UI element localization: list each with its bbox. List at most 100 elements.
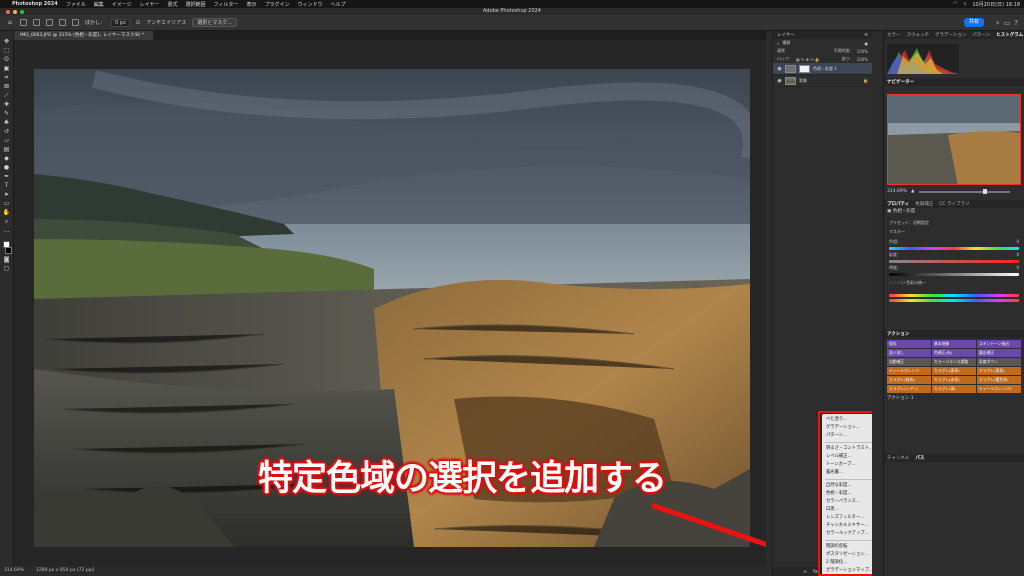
search-icon[interactable]: ⌕ bbox=[964, 1, 967, 7]
action-button[interactable]: 自動補正 bbox=[887, 358, 931, 366]
action-button[interactable]: ティールオレンジ bbox=[887, 367, 931, 375]
link-layers-icon[interactable]: ∞ bbox=[803, 569, 807, 575]
antialias-checkbox[interactable]: ☑ bbox=[136, 20, 140, 26]
path-select-tool-icon[interactable]: ➤ bbox=[3, 192, 11, 198]
pen-tool-icon[interactable]: ✒ bbox=[3, 174, 11, 180]
action-set-row[interactable]: アクション 1 bbox=[884, 395, 1024, 403]
tab-navigator[interactable]: ナビゲーター bbox=[887, 79, 914, 85]
tab-actions[interactable]: アクション bbox=[887, 331, 909, 337]
lightness-slider[interactable] bbox=[889, 273, 1019, 276]
lightness-value[interactable]: 0 bbox=[1016, 265, 1019, 271]
share-button[interactable]: 共有 bbox=[963, 18, 984, 27]
select-and-mask-button[interactable]: 選択とマスク... bbox=[192, 18, 237, 27]
clone-stamp-tool-icon[interactable]: ♣ bbox=[3, 120, 11, 126]
lasso-tool-preset-icon[interactable] bbox=[20, 19, 27, 26]
action-set-name[interactable]: アクション 1 bbox=[887, 396, 914, 401]
tab-layers[interactable]: レイヤー bbox=[777, 32, 795, 38]
action-button[interactable]: カラグレ(赤系) bbox=[932, 376, 976, 384]
menu-edit[interactable]: 編集 bbox=[94, 1, 104, 8]
channel-select[interactable]: マスター bbox=[889, 229, 905, 235]
gradient-tool-icon[interactable]: ▤ bbox=[3, 147, 11, 153]
menu-window[interactable]: ウィンドウ bbox=[297, 1, 322, 8]
screen-mode-icon[interactable]: ▢ bbox=[3, 266, 11, 272]
clock[interactable]: 10月20日(日) 18:18 bbox=[972, 1, 1020, 8]
saturation-slider[interactable] bbox=[889, 260, 1019, 263]
minimize-window-button[interactable] bbox=[13, 10, 17, 14]
help-icon[interactable]: ? bbox=[1014, 19, 1018, 28]
action-button[interactable]: カラグレ(青系) bbox=[932, 367, 976, 375]
menu-image[interactable]: イメージ bbox=[112, 1, 132, 8]
filter-toggle-icon[interactable]: ● bbox=[865, 41, 869, 46]
action-button[interactable]: 色補正(赤) bbox=[932, 349, 976, 357]
layer-mask-thumb[interactable] bbox=[799, 64, 810, 73]
layer-name[interactable]: 色相・彩度 1 bbox=[813, 66, 837, 72]
healing-brush-tool-icon[interactable]: ✚ bbox=[3, 102, 11, 108]
lasso-tool-icon[interactable]: ʘ bbox=[3, 57, 11, 63]
document-tab[interactable]: IMG_0063.JPG @ 315% (色相・彩度1, レイヤーマスク/8) … bbox=[14, 31, 154, 40]
move-tool-icon[interactable]: ✥ bbox=[3, 39, 11, 45]
action-button[interactable]: 露出補正 bbox=[977, 349, 1021, 357]
action-button[interactable]: 彩度ダウン bbox=[977, 358, 1021, 366]
kind-filter-select[interactable]: 種類 bbox=[782, 40, 790, 46]
search-icon[interactable]: ⌕ bbox=[996, 19, 1000, 28]
feather-input[interactable]: 0 px bbox=[111, 18, 130, 27]
intersect-selection-icon[interactable] bbox=[72, 19, 79, 26]
zoom-out-icon[interactable]: ▲ bbox=[911, 189, 914, 194]
action-button[interactable]: ティールオレンジ2 bbox=[977, 385, 1021, 393]
tab-gradients[interactable]: グラデーション bbox=[935, 32, 966, 38]
tab-color[interactable]: カラー bbox=[887, 32, 901, 38]
action-button[interactable]: カラグレ(暖色系) bbox=[977, 376, 1021, 384]
lock-icons[interactable]: ▦ ✎ ✥ ⊡ 🔒 bbox=[796, 57, 820, 62]
quick-mask-icon[interactable]: ◙ bbox=[3, 257, 11, 263]
home-icon[interactable]: ⌂ bbox=[6, 19, 14, 26]
subtract-selection-icon[interactable] bbox=[59, 19, 66, 26]
new-selection-icon[interactable] bbox=[33, 19, 40, 26]
menu-file[interactable]: ファイル bbox=[66, 1, 86, 8]
workspace-icon[interactable]: ▭ bbox=[1004, 19, 1011, 28]
close-window-button[interactable] bbox=[6, 10, 10, 14]
action-button[interactable]: カラグレ(青) bbox=[932, 385, 976, 393]
eyedropper-tool-icon[interactable]: ⟋ bbox=[3, 93, 11, 99]
navigator-zoom-value[interactable]: 314.69% bbox=[887, 189, 907, 194]
tab-paths[interactable]: パス bbox=[915, 455, 924, 461]
app-menu[interactable]: Photoshop 2024 bbox=[12, 1, 58, 7]
hue-value[interactable]: 0 bbox=[1016, 239, 1019, 245]
eye-icon[interactable]: ◉ bbox=[777, 78, 782, 84]
tab-properties[interactable]: プロパティ bbox=[887, 201, 909, 207]
hand-tool-icon[interactable]: ✋ bbox=[3, 210, 11, 216]
blend-mode-select[interactable]: 通常 bbox=[777, 48, 785, 54]
menu-select[interactable]: 選択範囲 bbox=[186, 1, 206, 8]
menu-type[interactable]: 書式 bbox=[168, 1, 178, 8]
tab-histogram[interactable]: ヒストグラム bbox=[996, 32, 1023, 38]
eye-icon[interactable]: ◉ bbox=[777, 66, 782, 72]
add-selection-icon[interactable] bbox=[46, 19, 53, 26]
eyedropper-icons[interactable]: ⟋ ⟋ ⟋ bbox=[889, 280, 900, 285]
menu-help[interactable]: ヘルプ bbox=[330, 1, 345, 8]
navigator-zoom-slider[interactable] bbox=[918, 188, 1010, 194]
action-button[interactable]: カラグレ(黄系) bbox=[977, 367, 1021, 375]
action-button[interactable]: カラーバランス調整 bbox=[932, 358, 976, 366]
frame-tool-icon[interactable]: ⊠ bbox=[3, 84, 11, 90]
tab-cc-libraries[interactable]: CC ライブラリ bbox=[939, 201, 969, 207]
preset-select[interactable]: 初期設定 bbox=[913, 220, 929, 225]
panel-menu-icon[interactable]: ≡ bbox=[864, 33, 868, 38]
tab-swatches[interactable]: スウォッチ bbox=[907, 32, 930, 38]
layer-name[interactable]: 背景 bbox=[799, 78, 807, 84]
menu-view[interactable]: 表示 bbox=[246, 1, 256, 8]
dodge-tool-icon[interactable]: ● bbox=[3, 165, 11, 171]
layer-row[interactable]: ◉ 背景 🔒 bbox=[773, 75, 872, 87]
background-color-swatch[interactable] bbox=[5, 247, 12, 254]
action-button[interactable]: スキントーン抽出 bbox=[977, 340, 1021, 348]
menu-filter[interactable]: フィルター bbox=[214, 1, 239, 8]
colorize-checkbox[interactable]: ☐ bbox=[901, 280, 905, 285]
fill-input[interactable]: 100% bbox=[857, 57, 868, 62]
zoom-tool-icon[interactable]: ⌕ bbox=[3, 219, 11, 225]
brush-tool-icon[interactable]: ✎ bbox=[3, 111, 11, 117]
menu-layer[interactable]: レイヤー bbox=[140, 1, 160, 8]
layer-row[interactable]: ◉ 色相・彩度 1 bbox=[773, 63, 872, 75]
object-select-tool-icon[interactable]: ▣ bbox=[3, 66, 11, 72]
tab-patterns[interactable]: パターン bbox=[972, 32, 990, 38]
action-button[interactable]: カラグレ(緑系) bbox=[887, 376, 931, 384]
action-button[interactable]: 基本現像 bbox=[932, 340, 976, 348]
zoom-readout[interactable]: 314.69% bbox=[4, 566, 24, 576]
